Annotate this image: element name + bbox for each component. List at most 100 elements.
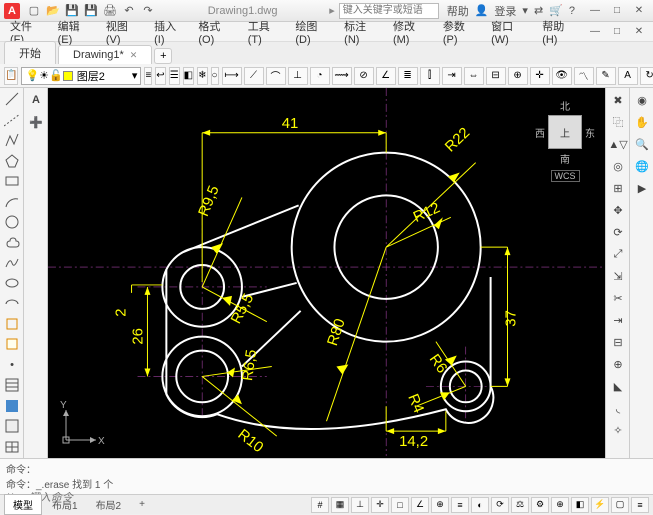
dim-aligned-icon[interactable]: ⟋ [244,67,264,85]
polygon-icon[interactable] [1,151,23,169]
layer-prev-icon[interactable]: ↩ [155,67,165,85]
nav-west[interactable]: 西 [535,125,545,140]
nav-south[interactable]: 南 [535,151,595,166]
minimize-button[interactable]: — [585,4,605,18]
menu-tools[interactable]: 工具(T) [242,16,288,48]
pan-icon[interactable]: ✋ [631,112,653,132]
dim-continue-icon[interactable]: ⇥ [442,67,462,85]
make-block-icon[interactable] [1,335,23,353]
copy-icon[interactable]: ⿻ [607,112,629,132]
hatch-icon[interactable] [1,376,23,394]
menu-view[interactable]: 视图(V) [100,16,146,48]
wcs-label[interactable]: WCS [551,170,580,182]
chevron-down-icon[interactable]: ▾ [132,69,138,82]
xline-icon[interactable] [1,110,23,128]
layer-iso-icon[interactable]: ◧ [183,67,194,85]
menu-modify[interactable]: 修改(M) [387,16,435,48]
dim-angular-icon[interactable]: ∠ [376,67,396,85]
steering-wheel-icon[interactable]: ◉ [631,90,653,110]
break-icon[interactable]: ⊟ [607,332,629,352]
array-icon[interactable]: ⊞ [607,178,629,198]
tab-close-icon[interactable]: ✕ [130,50,138,60]
polyline-icon[interactable] [1,131,23,149]
menu-window[interactable]: 窗口(W) [485,16,534,48]
otrack-toggle-icon[interactable]: ∠ [411,497,429,513]
layout1-tab[interactable]: 布局1 [44,495,86,514]
menu-draw[interactable]: 绘图(D) [289,16,336,48]
doc-minimize-button[interactable]: — [585,25,605,39]
dim-jog-icon[interactable]: ⟿ [332,67,352,85]
dim-diameter-icon[interactable]: ⊘ [354,67,374,85]
trim-icon[interactable]: ✂ [607,288,629,308]
addselected-icon[interactable]: ➕ [25,112,47,132]
dim-text-edit-icon[interactable]: A [618,67,638,85]
annotation-scale-icon[interactable]: ⚖ [511,497,529,513]
showmotion-icon[interactable]: ▶ [631,178,653,198]
stretch-icon[interactable]: ⇲ [607,266,629,286]
line-icon[interactable] [1,90,23,108]
layer-off-icon[interactable]: ○ [211,67,219,85]
gradient-icon[interactable] [1,397,23,415]
offset-icon[interactable]: ◎ [607,156,629,176]
scale-icon[interactable]: ⤢ [607,244,629,264]
center-mark-icon[interactable]: ✛ [530,67,550,85]
maximize-button[interactable]: □ [607,4,627,18]
dim-space-icon[interactable]: ⇔ [464,67,484,85]
menu-help[interactable]: 帮助(H) [536,16,583,48]
layout-add-button[interactable]: + [131,497,153,512]
command-line[interactable]: 命令： 命令：_.erase 找到 1 个 ✖ ▸ [0,458,653,494]
layer-match-icon[interactable]: ≡ [144,67,152,85]
annomonitor-icon[interactable]: ⊕ [551,497,569,513]
inspect-icon[interactable]: 👁 [552,67,572,85]
dim-jogline-icon[interactable]: 〽 [574,67,594,85]
menu-dimension[interactable]: 标注(N) [338,16,385,48]
ellipse-arc-icon[interactable] [1,294,23,312]
dim-linear-icon[interactable]: ⟼ [222,67,242,85]
lwt-toggle-icon[interactable]: ≡ [451,497,469,513]
tab-start[interactable]: 开始 [4,41,56,64]
explode-icon[interactable]: ✧ [607,420,629,440]
workspace-icon[interactable]: ⚙ [531,497,549,513]
dim-quick-icon[interactable]: ≣ [398,67,418,85]
region-icon[interactable] [1,417,23,435]
drawing-viewport[interactable]: 41 R22 R12 R9,5 2 26 R5,5 [48,88,605,456]
spline-icon[interactable] [1,254,23,272]
dim-radius-icon[interactable]: ◔ [310,67,330,85]
dim-edit-icon[interactable]: ✎ [596,67,616,85]
chamfer-icon[interactable]: ◣ [607,376,629,396]
table-icon[interactable] [1,437,23,455]
zoom-extents-icon[interactable]: 🔍 [631,134,653,154]
dim-ord-icon[interactable]: ⊥ [288,67,308,85]
rectangle-icon[interactable] [1,172,23,190]
rotate-icon[interactable]: ⟳ [607,222,629,242]
tab-drawing1[interactable]: Drawing1*✕ [58,45,152,64]
join-icon[interactable]: ⊕ [607,354,629,374]
polar-toggle-icon[interactable]: ✛ [371,497,389,513]
layout2-tab[interactable]: 布局2 [88,495,130,514]
move-icon[interactable]: ✥ [607,200,629,220]
erase-icon[interactable]: ✖ [607,90,629,110]
transparency-toggle-icon[interactable]: ◐ [471,497,489,513]
grid-toggle-icon[interactable]: # [311,497,329,513]
layer-freeze-icon[interactable]: ❄ [197,67,207,85]
tab-add-button[interactable]: + [154,48,172,64]
tolerance-icon[interactable]: ⊕ [508,67,528,85]
fillet-icon[interactable]: ◟ [607,398,629,418]
isolate-icon[interactable]: ◧ [571,497,589,513]
point-icon[interactable]: • [1,356,23,374]
dyn-toggle-icon[interactable]: ⊕ [431,497,449,513]
orbit-icon[interactable]: 🌐 [631,156,653,176]
customize-icon[interactable]: ≡ [631,497,649,513]
cycling-toggle-icon[interactable]: ⟳ [491,497,509,513]
cleanscreen-icon[interactable]: ▢ [611,497,629,513]
dim-baseline-icon[interactable]: ⫿ [420,67,440,85]
menu-edit[interactable]: 编辑(E) [52,16,98,48]
arc-icon[interactable] [1,192,23,210]
layer-properties-icon[interactable]: 📋 [4,67,18,85]
layer-combo[interactable]: 💡 ☀ 🔓 图层2 ▾ [21,67,141,85]
menu-insert[interactable]: 插入(I) [148,16,190,48]
close-button[interactable]: ✕ [629,4,649,18]
mtext-icon[interactable]: A [25,90,47,110]
ellipse-icon[interactable] [1,274,23,292]
ortho-toggle-icon[interactable]: ⊥ [351,497,369,513]
